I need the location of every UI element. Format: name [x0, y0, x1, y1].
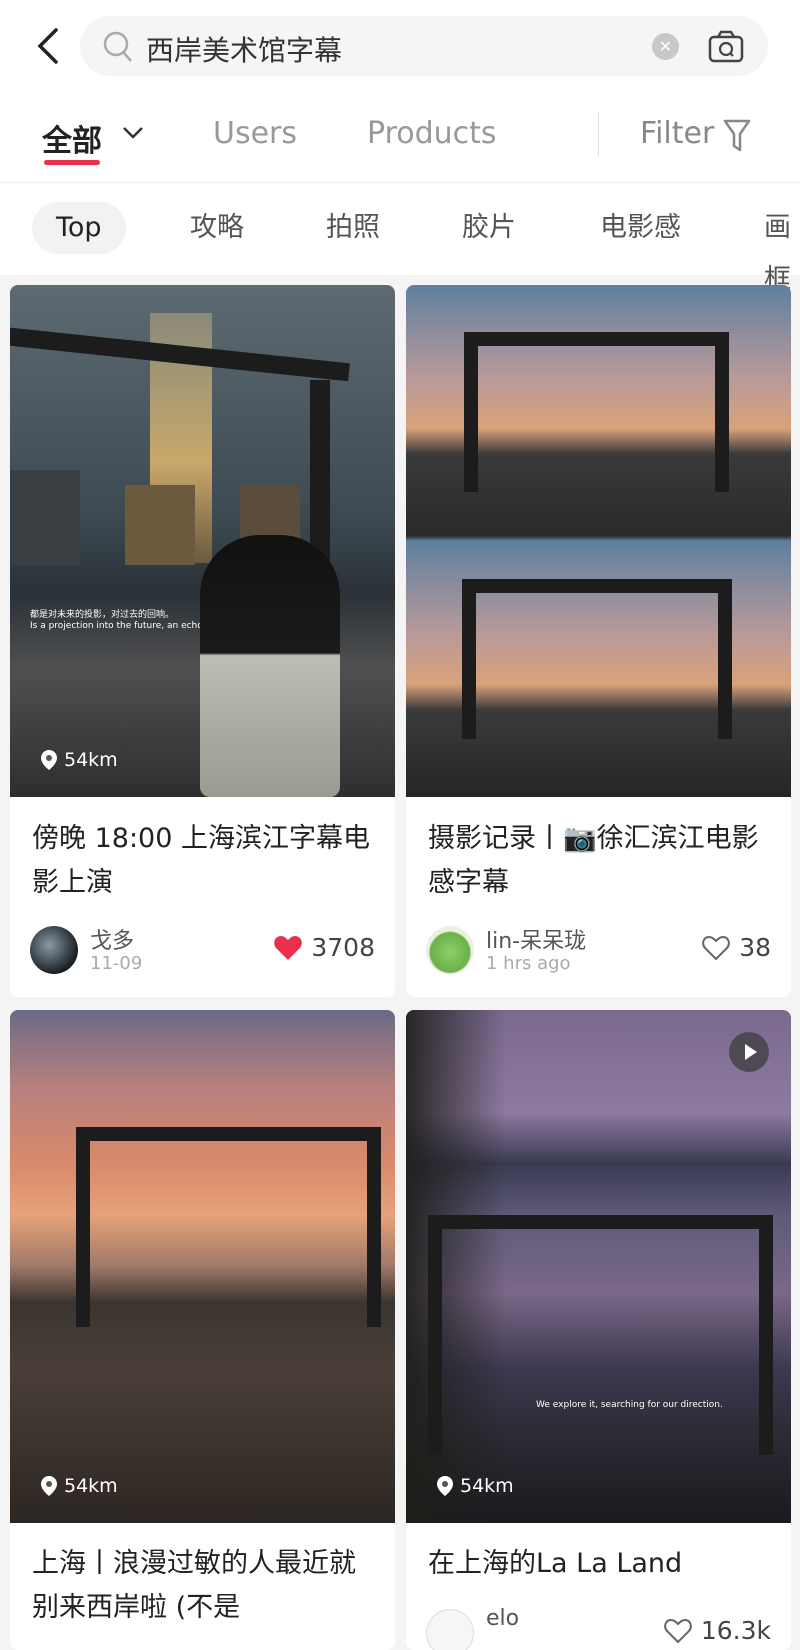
chip-photo[interactable]: 拍照	[326, 202, 380, 254]
magnifier-icon	[103, 31, 132, 62]
author-name[interactable]: 戈多	[90, 923, 134, 955]
chip-guide[interactable]: 攻略	[190, 202, 244, 254]
note-card[interactable]: 摄影记录丨📷徐汇滨江电影感字幕 lin-呆呆珑 1 hrs ago 38	[406, 285, 791, 997]
avatar[interactable]	[426, 1609, 474, 1650]
avatar[interactable]	[30, 926, 78, 974]
note-title[interactable]: 上海丨浪漫过敏的人最近就别来西岸啦 (不是	[32, 1542, 382, 1630]
filter-funnel-icon[interactable]	[722, 118, 752, 154]
frame-bar	[76, 1127, 381, 1327]
like-button[interactable]: 3708	[273, 933, 375, 962]
distance-text: 54km	[64, 1475, 118, 1497]
note-title[interactable]: 摄影记录丨📷徐汇滨江电影感字幕	[428, 817, 778, 905]
tab-products[interactable]: Products	[367, 116, 497, 151]
divider	[0, 182, 800, 183]
distance-badge: 54km	[436, 1475, 514, 1497]
note-cover-image[interactable]: We explore it, searching for our directi…	[406, 1010, 791, 1523]
chip-cinematic[interactable]: 电影感	[600, 202, 681, 254]
note-meta: elo 16.3k	[426, 1606, 771, 1650]
chevron-down-icon[interactable]	[122, 126, 144, 140]
result-tabs: 全部 Users Products Filter	[0, 112, 800, 165]
author-name[interactable]: elo	[486, 1606, 519, 1631]
author-name[interactable]: lin-呆呆珑	[486, 923, 586, 955]
note-card[interactable]: We explore it, searching for our directi…	[406, 1010, 791, 1650]
like-count: 38	[739, 933, 771, 962]
like-button[interactable]: 38	[701, 933, 771, 962]
filter-button[interactable]: Filter	[640, 116, 714, 151]
distance-text: 54km	[64, 749, 118, 771]
frame-bar	[462, 579, 732, 739]
divider	[598, 112, 599, 156]
location-pin-icon	[41, 1476, 57, 1496]
distance-text: 54km	[460, 1475, 514, 1497]
note-title[interactable]: 傍晚 18:00 上海滨江字幕电影上演	[32, 817, 382, 905]
header: 西岸美术馆字幕 ✕ 全部 Users Products Filter Top 攻…	[0, 0, 800, 295]
location-pin-icon	[437, 1476, 453, 1496]
distance-badge: 54km	[40, 749, 118, 771]
heart-outline-icon	[702, 935, 730, 960]
note-cover-image[interactable]	[406, 285, 791, 797]
subtitle-text: We explore it, searching for our directi…	[536, 1400, 723, 1410]
building	[10, 470, 80, 565]
frame-bar	[428, 1215, 773, 1455]
tab-users[interactable]: Users	[213, 116, 297, 151]
chevron-left-icon	[37, 28, 58, 64]
keyword-chips: Top 攻略 拍照 胶片 电影感 画框	[0, 202, 800, 295]
search-input[interactable]: 西岸美术馆字幕 ✕	[80, 16, 768, 76]
note-meta: lin-呆呆珑 1 hrs ago 38	[426, 923, 771, 977]
like-count: 3708	[311, 933, 375, 962]
heart-outline-icon	[664, 1618, 692, 1643]
like-button[interactable]: 16.3k	[663, 1616, 771, 1645]
chip-top[interactable]: Top	[32, 202, 126, 254]
note-cover-image[interactable]: 都是对未来的投影，对过去的回响。 Is a projection into th…	[10, 285, 395, 797]
back-button[interactable]	[30, 24, 70, 68]
building	[125, 485, 195, 565]
heart-filled-icon	[274, 935, 303, 960]
camera-search-icon[interactable]	[708, 29, 744, 63]
like-count: 16.3k	[700, 1616, 771, 1645]
chip-frame[interactable]: 画框	[764, 202, 800, 295]
person-silhouette	[200, 535, 340, 797]
frame-bar	[464, 332, 729, 492]
subtitle-text: 都是对未来的投影，对过去的回响。	[30, 610, 175, 620]
avatar[interactable]	[426, 926, 474, 974]
chip-film[interactable]: 胶片	[462, 202, 516, 254]
location-pin-icon	[41, 750, 57, 770]
active-tab-indicator	[44, 160, 100, 165]
distance-badge: 54km	[40, 1475, 118, 1497]
post-time: 1 hrs ago	[486, 953, 571, 974]
note-title[interactable]: 在上海的La La Land	[428, 1542, 778, 1586]
video-play-icon	[729, 1032, 769, 1072]
note-card[interactable]: 都是对未来的投影，对过去的回响。 Is a projection into th…	[10, 285, 395, 997]
tab-all[interactable]: 全部	[42, 116, 102, 160]
search-query[interactable]: 西岸美术馆字幕	[146, 29, 342, 69]
note-meta: 戈多 11-09 3708	[30, 923, 375, 977]
clear-x-icon[interactable]: ✕	[652, 33, 679, 60]
note-card[interactable]: 54km 上海丨浪漫过敏的人最近就别来西岸啦 (不是	[10, 1010, 395, 1650]
post-time: 11-09	[90, 953, 143, 974]
note-cover-image[interactable]: 54km	[10, 1010, 395, 1523]
